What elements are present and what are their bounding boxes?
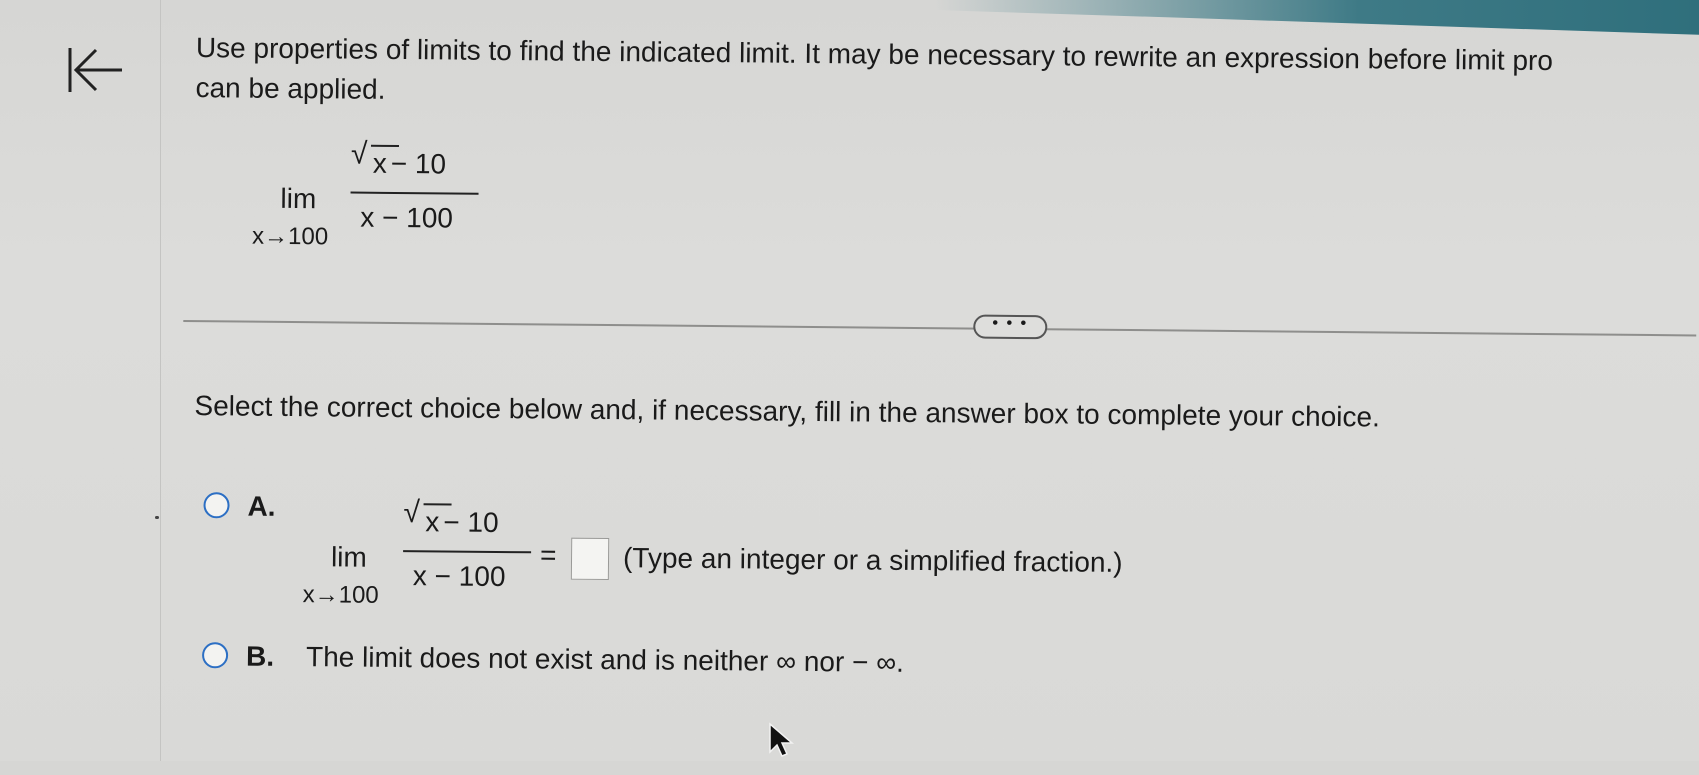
choice-a-lim-subscript: x→100 (302, 581, 379, 609)
instruction-text: Use properties of limits to find the ind… (195, 32, 1554, 105)
mouse-cursor-icon (769, 722, 795, 757)
select-prompt: Select the correct choice below and, if … (194, 390, 1380, 433)
screen-speck (155, 516, 159, 519)
fraction-bar (350, 191, 479, 195)
choice-a-denominator: x − 100 (412, 560, 506, 593)
ellipsis-icon: • • • (992, 314, 1029, 333)
choice-b-radio[interactable] (201, 642, 229, 669)
choice-b-letter: B. (245, 640, 275, 672)
numerator-rest: − 10 (390, 147, 447, 180)
lim-subscript: x→100 (251, 222, 329, 251)
choice-a-fraction-bar (403, 550, 532, 554)
choice-a-numerator-radicand: x (425, 506, 440, 538)
choice-a-radio[interactable] (203, 492, 230, 519)
choice-a-sqrt-overline (423, 503, 452, 506)
sqrt-icon: √ (350, 137, 368, 171)
choice-a-numerator-rest: − 10 (443, 506, 499, 538)
choice-a-letter: A. (247, 490, 276, 522)
denominator: x − 100 (360, 201, 454, 234)
choice-b-text: The limit does not exist and is neither … (305, 641, 905, 678)
choice-a-sqrt-icon: √ (403, 496, 421, 530)
section-divider (183, 319, 1697, 337)
more-options-button[interactable]: • • • (973, 314, 1048, 340)
choice-a-hint: (Type an integer or a simplified fractio… (622, 542, 1123, 578)
sqrt-overline (370, 144, 400, 148)
choice-a-equals: = (539, 539, 557, 571)
lim-label: lim (280, 182, 317, 215)
answer-input-box[interactable] (570, 537, 610, 581)
numerator-radicand: x (372, 147, 387, 179)
choice-a-lim-label: lim (330, 541, 367, 573)
question-content: Use properties of limits to find the ind… (0, 0, 1699, 775)
